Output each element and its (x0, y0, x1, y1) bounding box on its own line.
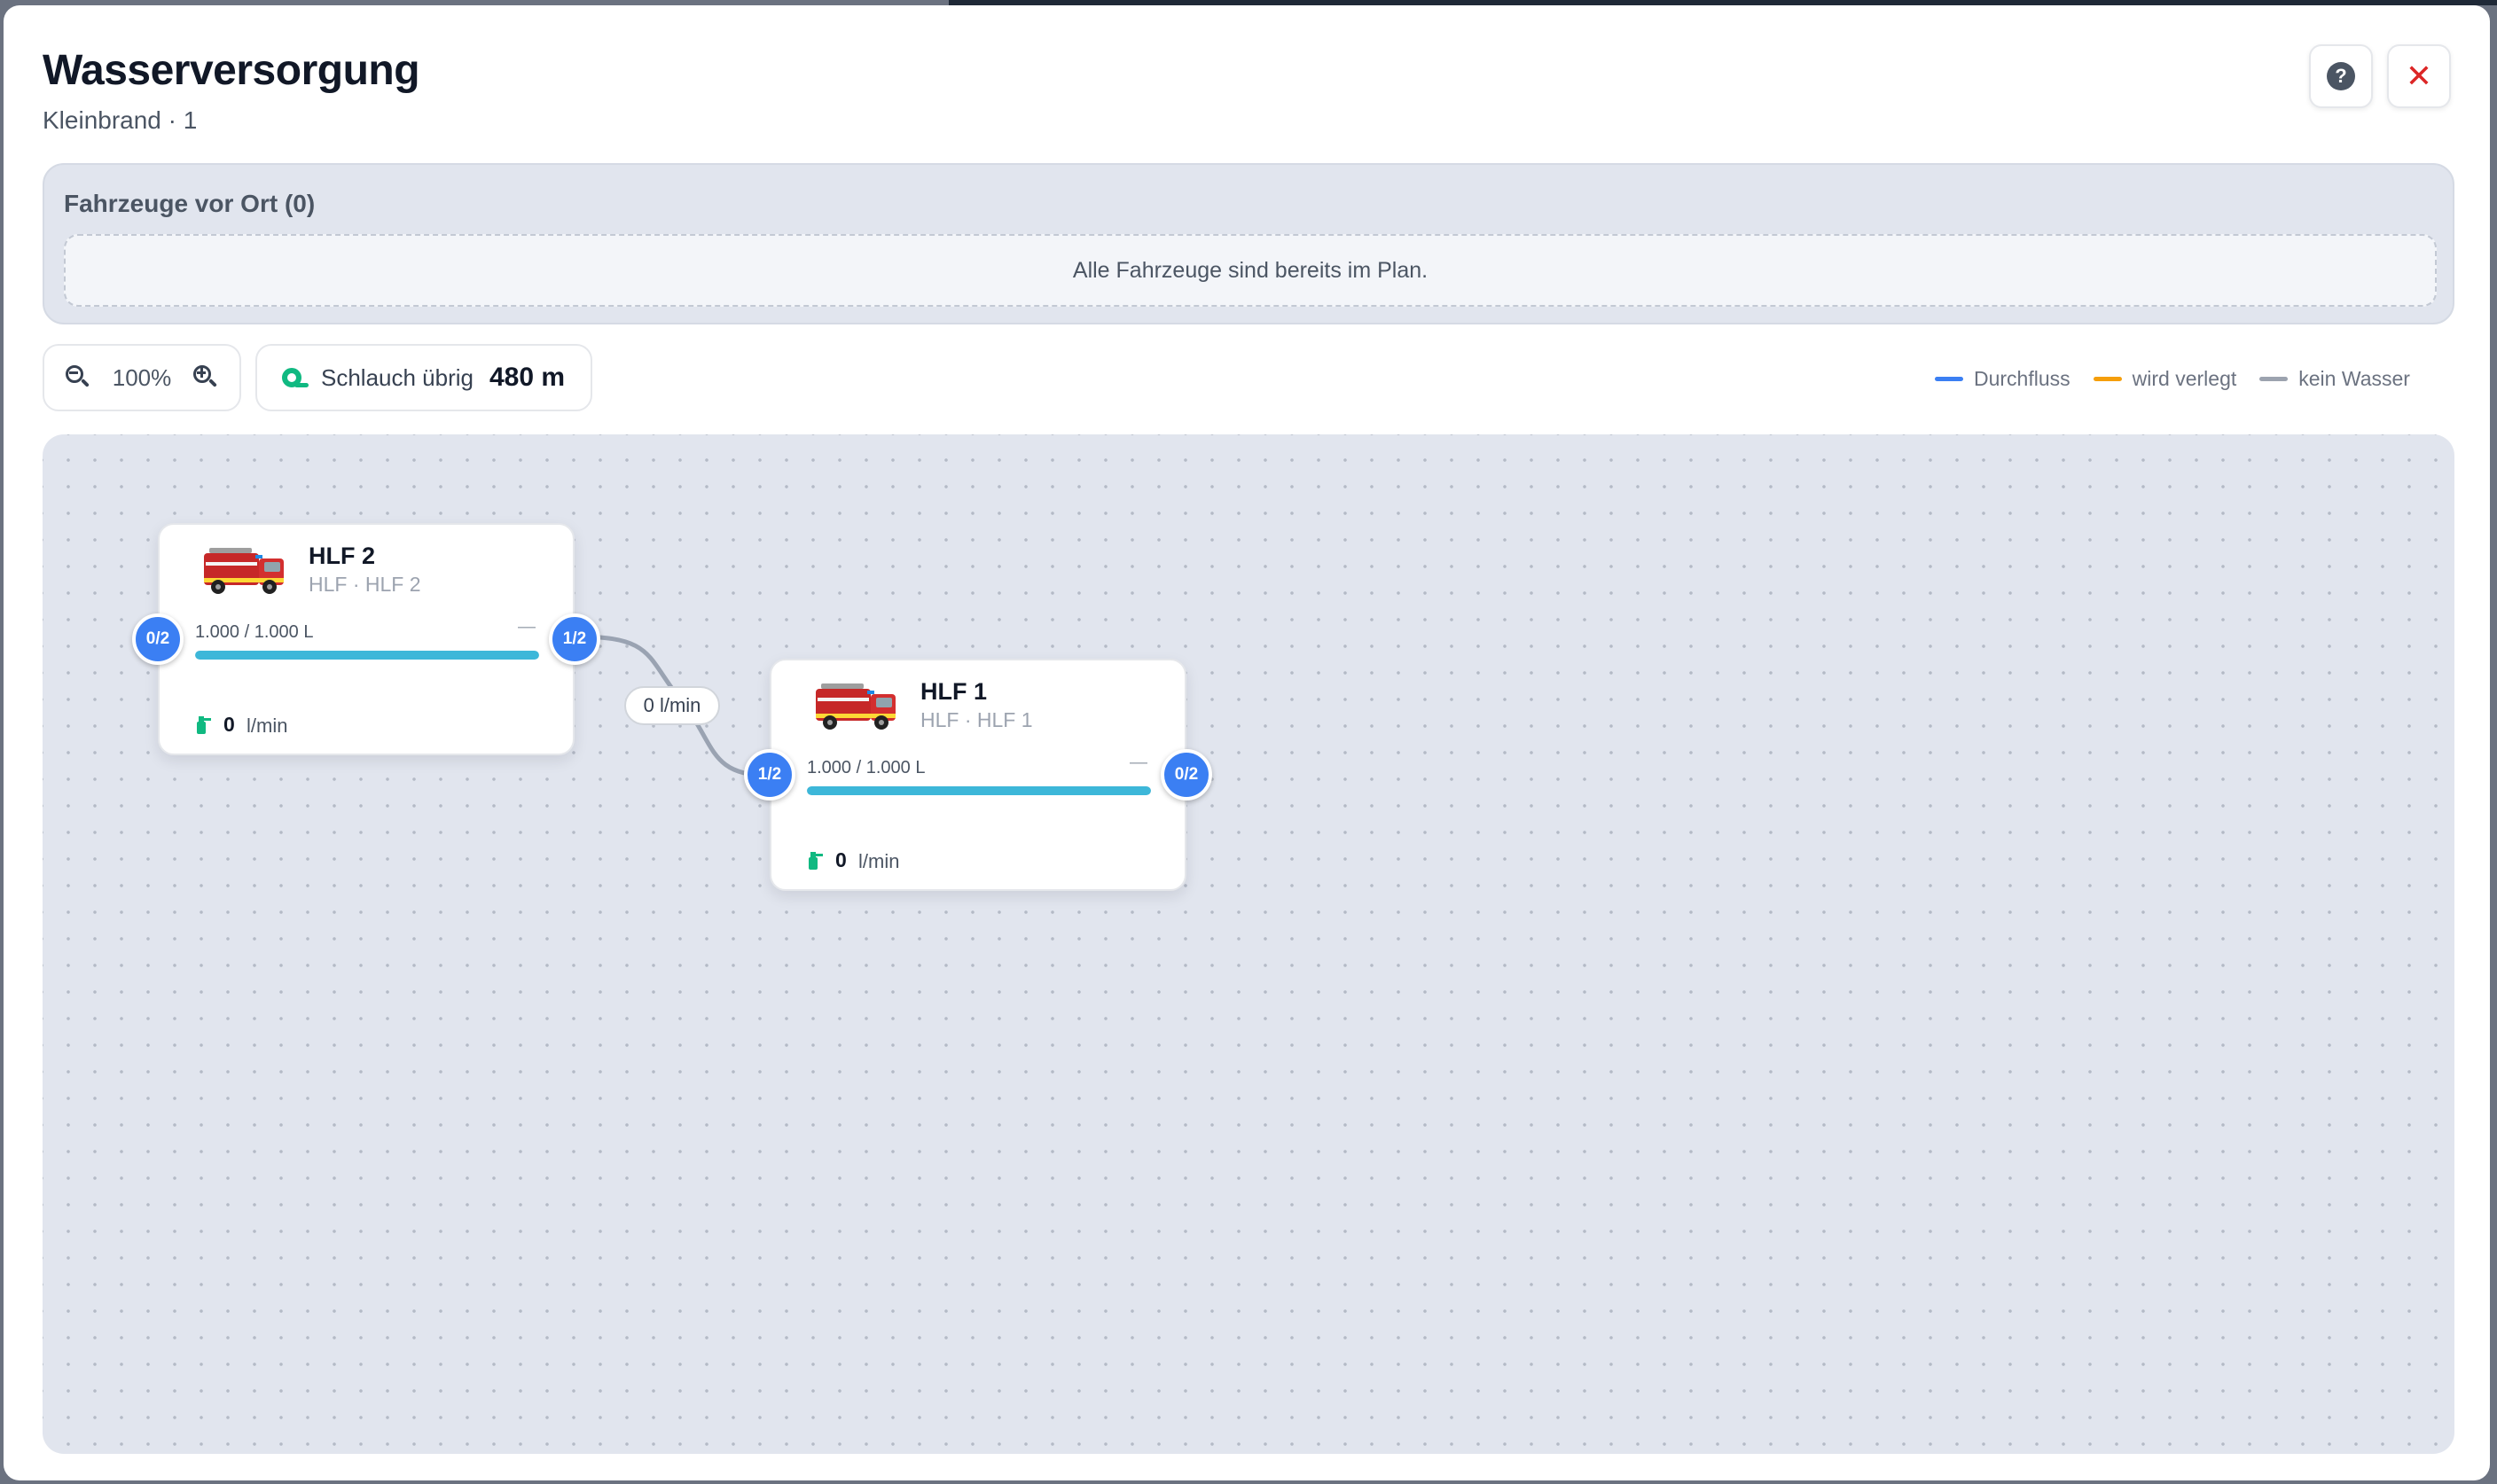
water-supply-dialog: Wasserversorgung Kleinbrand · 1 ? ✕ Fahr… (4, 5, 2490, 1480)
dialog-subtitle: Kleinbrand · 1 (43, 106, 198, 134)
vehicle-subtitle: HLF · HLF 2 (309, 573, 421, 596)
zoom-level: 100% (112, 363, 172, 391)
hose-icon (282, 366, 309, 389)
hose-remaining-label: Schlauch übrig (321, 363, 474, 391)
help-button[interactable]: ? (2309, 44, 2373, 108)
vehicle-subtitle: HLF · HLF 1 (920, 708, 1033, 731)
vehicles-empty-message: Alle Fahrzeuge sind bereits im Plan. (1072, 257, 1429, 283)
zoom-control: 100% (43, 344, 241, 411)
legend-label-laying: wird verlegt (2132, 367, 2237, 390)
tank-dash: — (518, 617, 536, 637)
flow-unit: l/min (858, 850, 900, 872)
hose-remaining-value: 480 m (489, 363, 566, 392)
zoom-out-button[interactable] (64, 363, 92, 392)
vehicle-node-hlf1[interactable]: HLF 1 HLF · HLF 1 1.000 / 1.000 L — 0 l/… (744, 659, 1212, 891)
zoom-in-button[interactable] (192, 363, 220, 392)
vehicle-name: HLF 1 (920, 678, 988, 705)
help-icon: ? (2327, 62, 2355, 90)
legend-label-flow: Durchfluss (1974, 367, 2070, 390)
vehicle-node-hlf2[interactable]: HLF 2 HLF · HLF 2 1.000 / 1.000 L — 0 l/… (132, 523, 600, 755)
tank-level-text: 1.000 / 1.000 L (807, 758, 926, 777)
legend-swatch-laying (2093, 377, 2122, 381)
legend-swatch-flow (1935, 377, 1963, 381)
pump-icon (809, 852, 823, 870)
port-output[interactable]: 1/2 (549, 613, 600, 665)
hose-flow-label[interactable]: 0 l/min (624, 686, 720, 725)
dialog-title: Wasserversorgung (43, 47, 420, 94)
tank-level-bar (195, 651, 539, 660)
pump-icon (197, 716, 211, 734)
tank-dash: — (1130, 753, 1147, 772)
flow-unit: l/min (247, 715, 288, 737)
port-input[interactable]: 1/2 (744, 749, 795, 801)
port-output[interactable]: 0/2 (1161, 749, 1212, 801)
legend-swatch-no-water (2259, 377, 2289, 381)
vehicle-name: HLF 2 (309, 543, 376, 569)
close-button[interactable]: ✕ (2387, 44, 2451, 108)
line-legend: Durchfluss wird verlegt kein Wasser (1935, 367, 2410, 391)
flow-value: 0 (835, 848, 847, 871)
vehicles-dropzone[interactable]: Alle Fahrzeuge sind bereits im Plan. (64, 234, 2437, 307)
fire-truck-icon (204, 548, 284, 594)
tank-level-bar (807, 786, 1151, 795)
fire-truck-icon (816, 683, 896, 730)
port-input[interactable]: 0/2 (132, 613, 184, 665)
legend-label-no-water: kein Wasser (2298, 367, 2410, 390)
flow-value: 0 (223, 713, 235, 736)
hose-remaining: Schlauch übrig 480 m (255, 344, 592, 411)
vehicles-on-site-panel: Fahrzeuge vor Ort (0) Alle Fahrzeuge sin… (43, 163, 2454, 324)
close-icon: ✕ (2405, 58, 2433, 94)
plan-canvas[interactable]: 0 l/min HLF 2 HLF · HLF 2 1.000 / 1.000 … (43, 434, 2454, 1454)
vehicles-on-site-title: Fahrzeuge vor Ort (0) (64, 190, 316, 217)
tank-level-text: 1.000 / 1.000 L (195, 622, 314, 642)
